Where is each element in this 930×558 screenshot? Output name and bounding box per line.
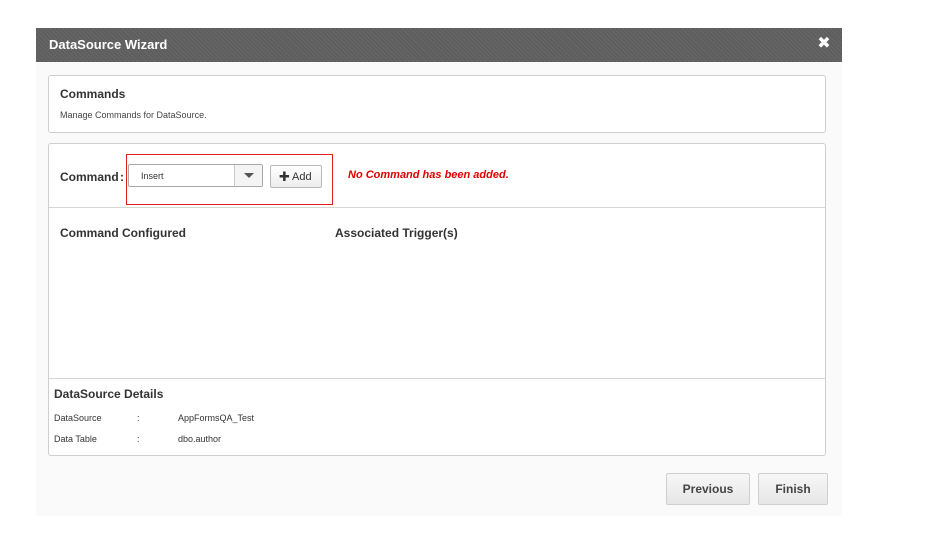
command-select-value: Insert [141,171,164,181]
add-command-button[interactable]: ✚ Add [270,165,322,188]
detail-colon: : [137,434,140,444]
details-divider [49,378,825,379]
no-command-message: No Command has been added. [348,169,509,181]
plus-icon: ✚ [279,169,290,184]
finish-button[interactable]: Finish [758,473,828,505]
detail-label-data-table: Data Table [54,434,97,444]
commands-header-panel: Commands Manage Commands for DataSource. [48,75,826,133]
command-colon: : [120,170,124,184]
commands-main-panel: Command : Insert ✚ Add No Command has be… [48,143,826,456]
previous-button[interactable]: Previous [666,473,750,505]
close-icon[interactable]: ✖ [816,35,832,53]
datasource-details-title: DataSource Details [54,387,164,401]
dropdown-toggle[interactable] [234,165,262,186]
command-configured-header: Command Configured [60,226,186,240]
dialog-title: DataSource Wizard [49,37,168,52]
commands-subtitle: Manage Commands for DataSource. [60,110,207,120]
dialog-body: Commands Manage Commands for DataSource.… [36,62,842,516]
command-label: Command [60,170,119,184]
command-row: Command : Insert ✚ Add No Command has be… [49,144,825,208]
detail-value-datasource: AppFormsQA_Test [178,413,255,423]
datasource-wizard-dialog: DataSource Wizard ✖ Commands Manage Comm… [36,28,842,516]
detail-label-datasource: DataSource [54,413,102,423]
chevron-down-icon [244,173,254,178]
add-button-label: Add [292,171,312,183]
detail-colon: : [137,413,140,423]
dialog-titlebar: DataSource Wizard ✖ [36,28,842,62]
detail-value-data-table: dbo.author [178,434,222,444]
commands-title: Commands [60,87,126,101]
associated-triggers-header: Associated Trigger(s) [335,226,458,240]
command-select[interactable]: Insert [128,164,263,187]
